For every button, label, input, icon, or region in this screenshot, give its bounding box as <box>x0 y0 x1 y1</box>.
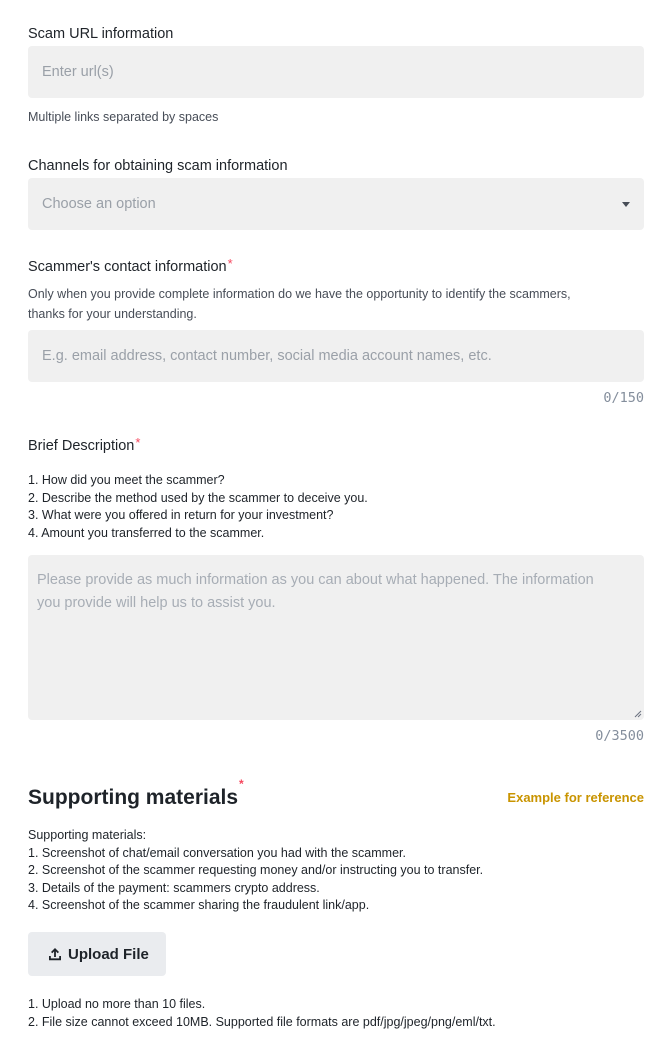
resize-handle-icon[interactable] <box>634 710 642 718</box>
list-item: 4. Screenshot of the scammer sharing the… <box>28 898 370 913</box>
contact-label-text: Scammer's contact information <box>28 259 227 275</box>
channels-select[interactable]: Choose an option <box>28 178 644 230</box>
contact-placeholder: E.g. email address, contact number, soci… <box>42 348 492 364</box>
upload-icon <box>49 948 61 961</box>
upload-file-label: Upload File <box>68 945 149 963</box>
scam-url-label: Scam URL information <box>28 26 174 42</box>
list-item: 2. Screenshot of the scammer requesting … <box>28 863 484 878</box>
channels-label: Channels for obtaining scam information <box>28 158 288 174</box>
list-item: 1. Screenshot of chat/email conversation… <box>28 845 406 860</box>
list-item: 1. Upload no more than 10 files. <box>28 997 206 1011</box>
supporting-title: Supporting materials* <box>28 777 244 810</box>
contact-hint: Only when you provide complete informati… <box>28 284 644 324</box>
scam-url-hint: Multiple links separated by spaces <box>28 110 219 124</box>
supporting-intro: Supporting materials: <box>28 828 147 842</box>
upload-file-button[interactable]: Upload File <box>28 932 166 976</box>
list-item: 4. Amount you transferred to the scammer… <box>28 525 265 540</box>
channels-placeholder: Choose an option <box>42 196 156 212</box>
supporting-title-text: Supporting materials <box>28 786 239 809</box>
contact-input[interactable]: E.g. email address, contact number, soci… <box>28 330 644 382</box>
description-placeholder-line1: Please provide as much information as yo… <box>37 572 594 588</box>
description-questions: 1. How did you meet the scammer? 2. Desc… <box>28 472 368 542</box>
scam-url-input[interactable]: Enter url(s) <box>28 46 644 98</box>
list-item: 3. Details of the payment: scammers cryp… <box>28 880 320 895</box>
description-textarea[interactable]: Please provide as much information as yo… <box>28 555 644 720</box>
example-reference-link[interactable]: Example for reference <box>507 790 644 805</box>
contact-hint-line1: Only when you provide complete informati… <box>28 287 571 301</box>
supporting-list: Supporting materials: 1. Screenshot of c… <box>28 827 483 915</box>
list-item: 2. File size cannot exceed 10MB. Support… <box>28 1014 496 1029</box>
description-placeholder-line2: you provide will help us to assist you. <box>37 595 276 611</box>
chevron-down-icon <box>622 202 630 207</box>
description-label: Brief Description* <box>28 435 141 455</box>
list-item: 1. How did you meet the scammer? <box>28 473 225 487</box>
required-mark: * <box>135 435 141 450</box>
required-mark: * <box>227 256 233 271</box>
list-item: 2. Describe the method used by the scamm… <box>28 490 368 505</box>
contact-label: Scammer's contact information* <box>28 256 233 276</box>
contact-counter: 0/150 <box>603 390 644 406</box>
required-mark: * <box>239 777 244 791</box>
scam-url-placeholder: Enter url(s) <box>42 64 114 80</box>
description-counter: 0/3500 <box>595 728 644 744</box>
upload-rules: 1. Upload no more than 10 files. 2. File… <box>28 996 496 1031</box>
list-item: 3. What were you offered in return for y… <box>28 508 334 523</box>
contact-hint-line2: thanks for your understanding. <box>28 307 197 321</box>
description-label-text: Brief Description <box>28 438 135 454</box>
